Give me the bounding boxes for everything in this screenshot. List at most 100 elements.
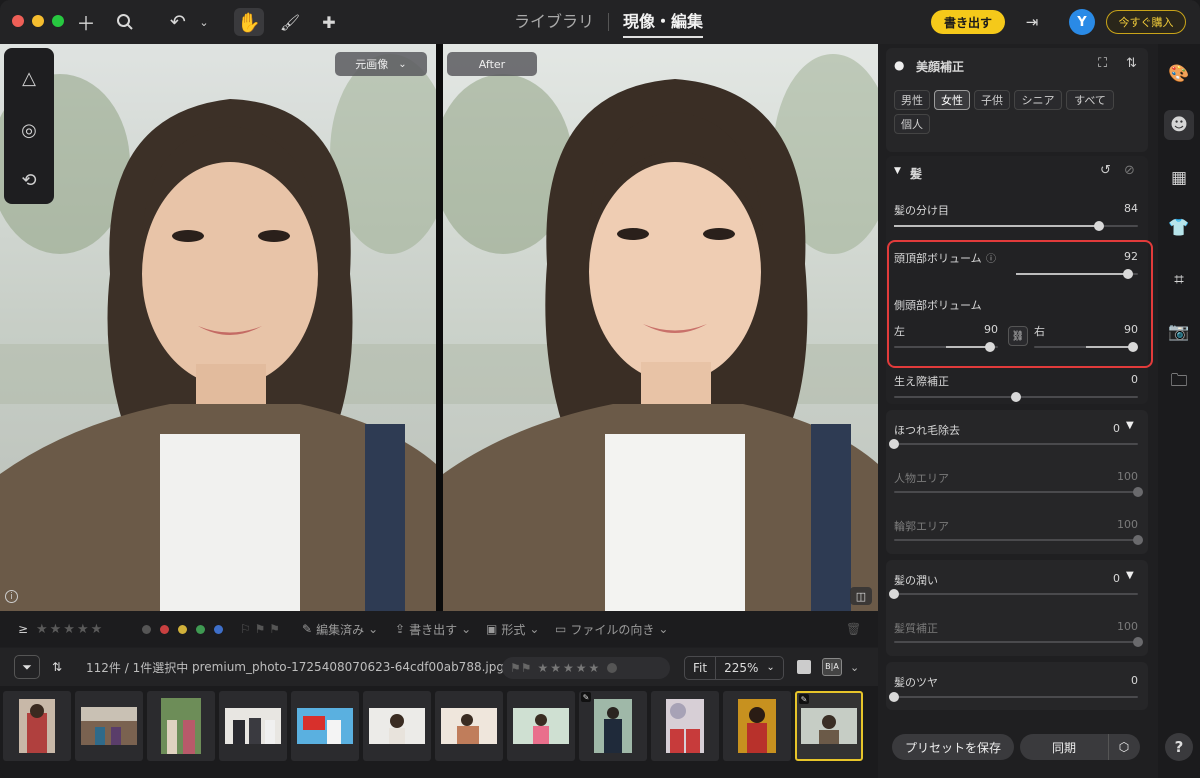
thumbnail[interactable] [507,691,575,761]
after-label: After [447,52,537,76]
color-label-dot[interactable] [607,663,618,673]
before-after-view-icon[interactable]: B|A [822,648,842,686]
thumbnail[interactable] [75,691,143,761]
filter-icon[interactable]: ⏷ [14,648,40,686]
color-dot-yellow[interactable] [178,624,187,634]
edited-filter[interactable]: ✎ 編集済み ⌄ [302,611,378,647]
folder-icon[interactable]: 🗀 [1167,370,1191,394]
healing-tool-icon[interactable]: ✚ [317,10,341,34]
add-icon[interactable]: ＋ [74,10,98,35]
slider-part[interactable] [894,221,1138,231]
undo-icon[interactable]: ↶ [166,10,190,34]
slider-moisture[interactable] [889,589,1138,599]
help-button[interactable]: ? [1165,733,1193,761]
split-divider[interactable] [436,44,443,611]
thumbnail[interactable] [651,691,719,761]
buy-now-button[interactable]: 今すぐ購入 [1106,10,1186,34]
slider-person-area[interactable] [894,487,1143,497]
slider-hairline[interactable] [894,392,1138,402]
search-icon[interactable] [113,10,137,34]
dropdown-triangle-icon[interactable]: ▼ [1126,420,1134,431]
orientation-filter[interactable]: ▭ ファイルの向き ⌄ [555,611,668,647]
chevron-down-icon[interactable]: ⌄ [850,648,859,686]
chip-individual[interactable]: 個人 [894,114,930,134]
chip-female[interactable]: 女性 [934,90,970,110]
thumbnail[interactable] [723,691,791,761]
moisture-value: 0 [1113,572,1120,585]
undo-history-chevron-icon[interactable]: ⌄ [192,10,216,34]
crop-icon[interactable]: ⌗ [1167,268,1191,292]
collapse-triangle-icon[interactable]: ▼ [894,166,901,176]
camera-icon[interactable]: 📷 [1167,320,1191,344]
thumbnail[interactable] [219,691,287,761]
sync-button[interactable]: 同期 ⬡ [1020,734,1140,760]
sync-settings-icon[interactable]: ⬡ [1109,740,1139,754]
chip-child[interactable]: 子供 [974,90,1010,110]
zoom-control[interactable]: Fit 225% ⌄ [684,656,784,680]
frizz-value: 0 [1113,422,1120,435]
rating-filter-stars[interactable]: ★★★★★ [36,611,104,647]
thumbnail[interactable] [3,691,71,761]
color-dot-green[interactable] [196,624,205,634]
compare-view-icon[interactable]: ◫ [850,587,872,605]
maximize-window-button[interactable] [52,15,64,27]
thumbnail[interactable] [291,691,359,761]
avatar[interactable]: Y [1069,9,1095,35]
format-filter[interactable]: ▣ 形式 ⌄ [486,611,539,647]
export-filter[interactable]: ⇪ 書き出す ⌄ [395,611,471,647]
reset-link-icon[interactable]: ⇅ [1126,56,1137,71]
image-viewer[interactable]: 元画像 ⌄ i After ◫ △ ◎ ⟲ [0,44,878,611]
slider-quality[interactable] [894,637,1143,647]
auto-adjust-icon[interactable]: △ [17,66,41,90]
export-button[interactable]: 書き出す [931,10,1005,34]
close-window-button[interactable] [12,15,24,27]
thumbnail-selected[interactable]: ✎ [795,691,863,761]
disable-icon[interactable]: ⊘ [1124,163,1135,178]
mask-icon[interactable]: ◎ [17,118,41,142]
slider-frizz[interactable] [889,439,1138,449]
share-icon: ⇪ [395,622,406,636]
thumbnail[interactable] [435,691,503,761]
rating-pill[interactable]: ⚑⚑ ★★★★★ [502,657,670,679]
before-view-select[interactable]: 元画像 ⌄ [335,52,427,76]
single-view-icon[interactable] [797,648,811,686]
tab-library[interactable]: ライブラリ [500,0,608,44]
zoom-level[interactable]: 225% [716,657,766,679]
color-dot-gray[interactable] [142,624,151,634]
clothing-icon[interactable]: 👕 [1167,216,1191,240]
thumbnail[interactable] [363,691,431,761]
thumbnail[interactable] [147,691,215,761]
chevron-down-icon[interactable]: ⌄ [766,657,782,679]
history-icon[interactable]: ⟲ [17,168,41,192]
reset-icon[interactable]: ↺ [1100,163,1111,178]
minimize-window-button[interactable] [32,15,44,27]
chip-senior[interactable]: シニア [1014,90,1062,110]
slider-contour-area[interactable] [894,535,1143,545]
color-dot-blue[interactable] [214,624,223,634]
color-dot-red[interactable] [160,624,169,634]
flag-filter-icons[interactable]: ⚐ ⚑ ⚑ [240,611,280,647]
face-retouch-icon[interactable]: ☻ [1164,110,1194,140]
panel-toggle-icon[interactable]: ⇥ [1020,10,1044,34]
rating-stars[interactable]: ★★★★★ [538,661,602,675]
thumbnail[interactable]: ✎ [579,691,647,761]
pencil-icon: ✎ [302,622,313,636]
palette-icon[interactable]: 🎨 [1167,62,1191,86]
chip-male[interactable]: 男性 [894,90,930,110]
sort-icon[interactable]: ⇅ [52,648,62,686]
trash-icon[interactable]: 🗑 [846,611,861,647]
frizz-section: ほつれ毛除去 0 ▼ 人物エリア 100 輪郭エリア 100 [886,410,1148,554]
rating-compare-icon[interactable]: ≥ [18,611,28,647]
slider-shine[interactable] [889,692,1138,702]
grid-icon[interactable]: ▦ [1167,166,1191,190]
color-label-filter[interactable] [142,611,228,647]
hand-tool-icon[interactable]: ✋ [234,8,264,36]
brush-tool-icon[interactable]: 🖌 [278,10,302,34]
save-preset-button[interactable]: プリセットを保存 [892,734,1014,760]
tab-develop[interactable]: 現像・編集 [609,0,717,44]
face-detect-icon[interactable]: ⛶ [1098,56,1107,71]
chip-all[interactable]: すべて [1066,90,1114,110]
info-icon[interactable]: i [5,590,18,603]
fit-button[interactable]: Fit [685,657,715,679]
dropdown-triangle-icon[interactable]: ▼ [1126,570,1134,581]
